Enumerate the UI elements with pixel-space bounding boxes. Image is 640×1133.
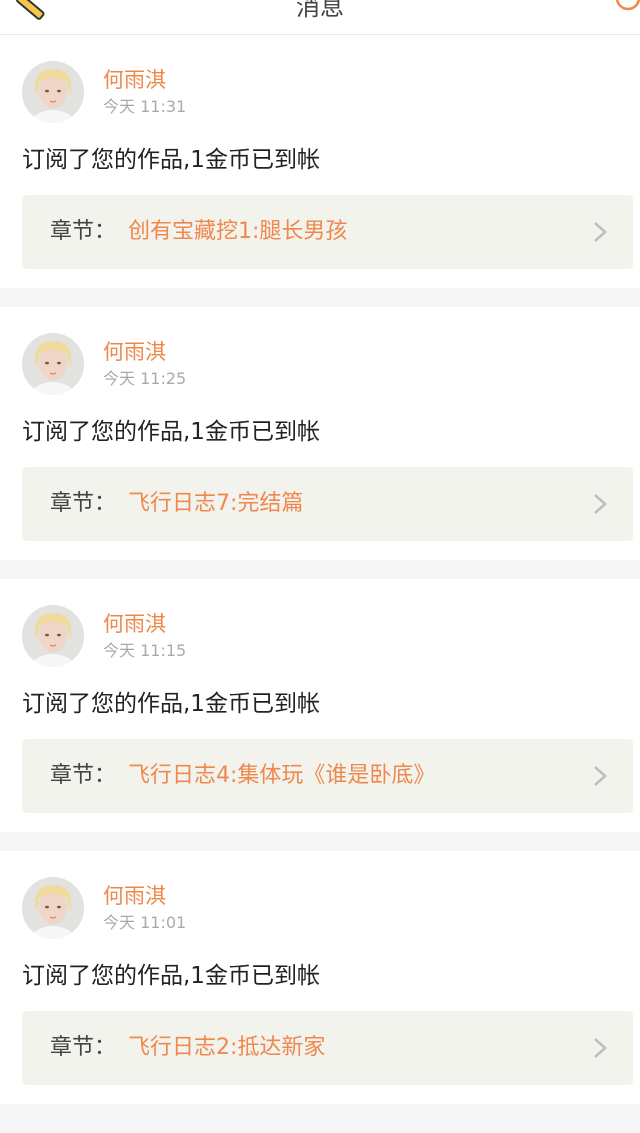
timestamp: 今天 11:01: [103, 913, 187, 932]
user-avatar[interactable]: [22, 605, 84, 667]
top-nav-bar: 消息: [0, 0, 640, 35]
user-avatar[interactable]: [22, 61, 84, 123]
chapter-title: 飞行日志2:抵达新家: [128, 1035, 326, 1060]
user-avatar[interactable]: [22, 333, 84, 395]
user-avatar[interactable]: [22, 877, 84, 939]
message-text: 订阅了您的作品,1金币已到帐: [22, 147, 320, 173]
user-name[interactable]: 何雨淇: [103, 68, 166, 92]
chapter-prefix-label: 章节：: [50, 219, 117, 244]
timestamp: 今天 11:31: [103, 97, 187, 116]
timestamp: 今天 11:25: [103, 369, 187, 388]
chapter-prefix-label: 章节：: [50, 763, 117, 788]
chevron-right-icon: [593, 221, 607, 243]
chapter-link[interactable]: 章节： 飞行日志7:完结篇: [22, 467, 633, 541]
message-card: 何雨淇 今天 11:15 订阅了您的作品,1金币已到帐 章节： 飞行日志4:集体…: [0, 579, 640, 832]
page-title: 消息: [296, 0, 344, 21]
chapter-title: 创有宝藏挖1:腿长男孩: [128, 219, 348, 244]
message-text: 订阅了您的作品,1金币已到帐: [22, 963, 320, 989]
message-text: 订阅了您的作品,1金币已到帐: [22, 419, 320, 445]
message-card: 何雨淇 今天 11:25 订阅了您的作品,1金币已到帐 章节： 飞行日志7:完结…: [0, 307, 640, 560]
chapter-title: 飞行日志7:完结篇: [128, 491, 304, 516]
user-name[interactable]: 何雨淇: [103, 884, 166, 908]
chapter-link[interactable]: 章节： 飞行日志4:集体玩《谁是卧底》: [22, 739, 633, 813]
chevron-right-icon: [593, 493, 607, 515]
timestamp: 今天 11:15: [103, 641, 187, 660]
search-icon[interactable]: [604, 0, 640, 14]
chapter-link[interactable]: 章节： 飞行日志2:抵达新家: [22, 1011, 633, 1085]
message-text: 订阅了您的作品,1金币已到帐: [22, 691, 320, 717]
chapter-title: 飞行日志4:集体玩《谁是卧底》: [128, 763, 436, 788]
chapter-link[interactable]: 章节： 创有宝藏挖1:腿长男孩: [22, 195, 633, 269]
chevron-right-icon: [593, 1037, 607, 1059]
chapter-prefix-label: 章节：: [50, 1035, 117, 1060]
message-card: 何雨淇 今天 11:31 订阅了您的作品,1金币已到帐 章节： 创有宝藏挖1:腿…: [0, 35, 640, 288]
message-list: 何雨淇 今天 11:31 订阅了您的作品,1金币已到帐 章节： 创有宝藏挖1:腿…: [0, 35, 640, 1123]
user-name[interactable]: 何雨淇: [103, 340, 166, 364]
user-name[interactable]: 何雨淇: [103, 612, 166, 636]
message-card: 何雨淇 今天 11:01 订阅了您的作品,1金币已到帐 章节： 飞行日志2:抵达…: [0, 851, 640, 1104]
chevron-right-icon: [593, 765, 607, 787]
chapter-prefix-label: 章节：: [50, 491, 117, 516]
